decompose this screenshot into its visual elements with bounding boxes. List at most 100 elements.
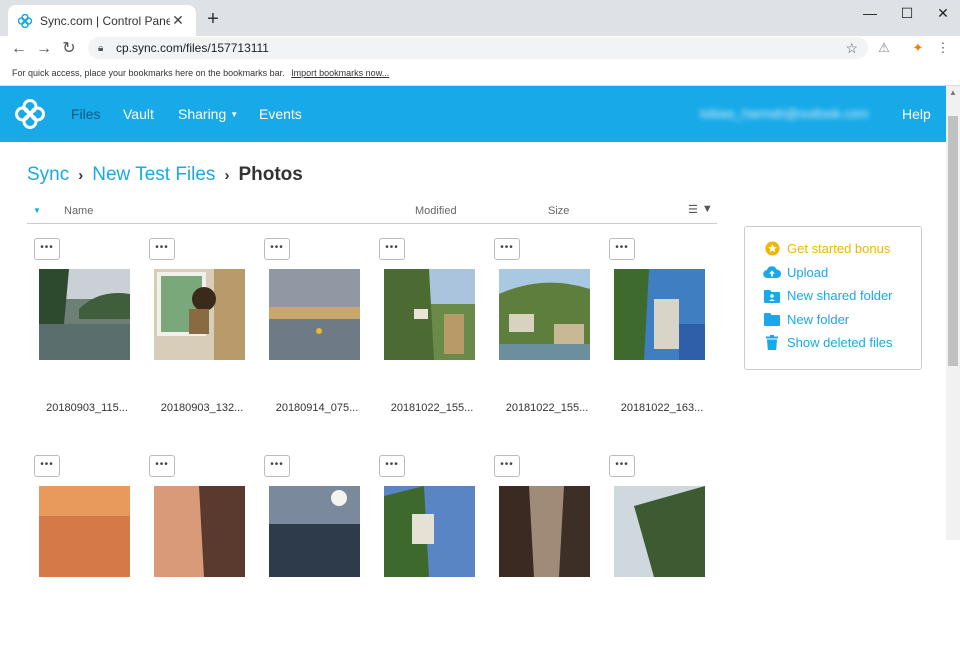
- new-shared-folder-link[interactable]: New shared folder: [763, 284, 921, 308]
- file-card[interactable]: •••: [487, 453, 597, 653]
- file-menu-button[interactable]: •••: [149, 455, 175, 477]
- photo-thumbnail[interactable]: [614, 486, 705, 577]
- file-card[interactable]: ••• 20181022_163...: [602, 236, 712, 436]
- star-badge-icon: [763, 241, 781, 257]
- address-bar[interactable]: 🔒︎ cp.sync.com/files/157713111 ☆: [88, 37, 868, 59]
- scroll-thumb[interactable]: [948, 116, 958, 366]
- file-menu-button[interactable]: •••: [609, 238, 635, 260]
- photo-thumbnail[interactable]: [39, 486, 130, 577]
- column-size[interactable]: Size: [548, 205, 569, 217]
- file-name[interactable]: 20181022_155...: [487, 402, 607, 414]
- page-scrollbar[interactable]: ▲: [946, 86, 960, 540]
- photo-thumbnail[interactable]: [614, 269, 705, 360]
- breadcrumb: Sync › New Test Files › Photos: [27, 164, 303, 186]
- nav-sharing[interactable]: Sharing ▼: [178, 106, 238, 122]
- list-view-icon[interactable]: ☰: [688, 203, 698, 216]
- file-menu-button[interactable]: •••: [494, 238, 520, 260]
- column-modified[interactable]: Modified: [415, 205, 457, 217]
- file-menu-button[interactable]: •••: [379, 238, 405, 260]
- bookmarks-bar: For quick access, place your bookmarks h…: [0, 62, 960, 86]
- show-deleted-files-label: Show deleted files: [787, 335, 893, 351]
- photo-thumbnail[interactable]: [384, 486, 475, 577]
- app-header: Files Vault Sharing ▼ Events tobias_hanna…: [0, 86, 946, 142]
- breadcrumb-root[interactable]: Sync: [27, 164, 69, 186]
- upload-label: Upload: [787, 264, 829, 280]
- file-menu-button[interactable]: •••: [264, 455, 290, 477]
- new-folder-label: New folder: [787, 311, 850, 327]
- sync-logo-icon[interactable]: [14, 98, 46, 130]
- browser-menu-icon[interactable]: ⋮: [934, 39, 952, 57]
- breadcrumb-parent[interactable]: New Test Files: [92, 164, 215, 186]
- file-menu-button[interactable]: •••: [494, 455, 520, 477]
- minimize-icon[interactable]: —: [855, 2, 885, 24]
- get-started-bonus-link[interactable]: Get started bonus: [763, 237, 921, 261]
- bookmark-star-icon[interactable]: ☆: [845, 40, 858, 57]
- browser-toolbar: ← → ↻ 🔒︎ cp.sync.com/files/157713111 ☆ ⚠…: [0, 36, 960, 62]
- column-name[interactable]: Name: [64, 205, 93, 217]
- file-card[interactable]: ••• 20180903_115...: [27, 236, 137, 436]
- nav-vault[interactable]: Vault: [123, 106, 154, 122]
- browser-tab-strip: Sync.com | Control Panel ✕ + — ☐ ✕: [0, 0, 960, 36]
- tab-title: Sync.com | Control Panel: [40, 13, 170, 28]
- get-started-bonus-label: Get started bonus: [787, 241, 891, 257]
- nav-events[interactable]: Events: [259, 106, 302, 122]
- file-menu-button[interactable]: •••: [264, 238, 290, 260]
- url-text: cp.sync.com/files/157713111: [116, 41, 269, 55]
- photo-thumbnail[interactable]: [269, 486, 360, 577]
- tab-close-icon[interactable]: ✕: [170, 12, 186, 29]
- file-card[interactable]: ••• 20181022_155...: [372, 236, 482, 436]
- file-name[interactable]: 20180903_115...: [27, 402, 147, 414]
- bookmarks-hint: For quick access, place your bookmarks h…: [12, 68, 285, 78]
- photo-thumbnail[interactable]: [499, 269, 590, 360]
- file-menu-button[interactable]: •••: [34, 455, 60, 477]
- sharing-caret-icon: ▼: [230, 110, 239, 119]
- filter-icon[interactable]: ▼: [702, 203, 713, 216]
- breadcrumb-current: Photos: [238, 164, 303, 185]
- photo-thumbnail[interactable]: [499, 486, 590, 577]
- photo-thumbnail[interactable]: [154, 269, 245, 360]
- scroll-up-icon[interactable]: ▲: [946, 88, 960, 97]
- help-link[interactable]: Help: [902, 106, 931, 122]
- photo-thumbnail[interactable]: [39, 269, 130, 360]
- file-card[interactable]: •••: [27, 453, 137, 653]
- lock-icon: 🔒︎: [98, 42, 104, 54]
- actions-panel: Get started bonus Upload New shared fold…: [744, 226, 922, 370]
- nav-files[interactable]: Files: [71, 106, 101, 122]
- file-name[interactable]: 20181022_163...: [602, 402, 722, 414]
- file-card[interactable]: ••• 20180914_075...: [257, 236, 367, 436]
- upload-link[interactable]: Upload: [763, 261, 921, 285]
- select-all-caret-icon[interactable]: ▼: [33, 206, 41, 215]
- file-card[interactable]: ••• 20181022_155...: [487, 236, 597, 436]
- file-card[interactable]: ••• 20180903_132...: [142, 236, 252, 436]
- file-menu-button[interactable]: •••: [149, 238, 175, 260]
- file-card[interactable]: •••: [257, 453, 367, 653]
- nav-sharing-label: Sharing: [178, 106, 227, 122]
- file-name[interactable]: 20180914_075...: [257, 402, 377, 414]
- forward-icon[interactable]: →: [33, 38, 55, 60]
- new-folder-link[interactable]: New folder: [763, 308, 921, 332]
- file-menu-button[interactable]: •••: [609, 455, 635, 477]
- file-name[interactable]: 20181022_155...: [372, 402, 492, 414]
- photo-thumbnail[interactable]: [154, 486, 245, 577]
- file-menu-button[interactable]: •••: [379, 455, 405, 477]
- photo-thumbnail[interactable]: [269, 269, 360, 360]
- extension-fox-icon[interactable]: ✦: [909, 39, 927, 57]
- file-menu-button[interactable]: •••: [34, 238, 60, 260]
- browser-tab[interactable]: Sync.com | Control Panel ✕: [8, 5, 196, 36]
- user-account-menu[interactable]: tobias_hannah@outlook.com: [700, 106, 869, 121]
- window-close-icon[interactable]: ✕: [928, 2, 958, 24]
- file-card[interactable]: •••: [372, 453, 482, 653]
- new-tab-icon[interactable]: +: [203, 9, 223, 29]
- file-card[interactable]: •••: [602, 453, 712, 653]
- back-icon[interactable]: ←: [8, 38, 30, 60]
- file-name[interactable]: 20180903_132...: [142, 402, 262, 414]
- photo-thumbnail[interactable]: [384, 269, 475, 360]
- file-list-header: ▼ Name Modified Size ☰ ▼: [27, 198, 717, 224]
- file-card[interactable]: •••: [142, 453, 252, 653]
- reload-icon[interactable]: ↻: [58, 38, 80, 60]
- import-bookmarks-link[interactable]: Import bookmarks now...: [291, 68, 389, 78]
- maximize-icon[interactable]: ☐: [892, 2, 922, 24]
- extension-warning-icon[interactable]: ⚠: [875, 39, 893, 57]
- show-deleted-files-link[interactable]: Show deleted files: [763, 331, 921, 355]
- cloud-upload-icon: [763, 264, 781, 280]
